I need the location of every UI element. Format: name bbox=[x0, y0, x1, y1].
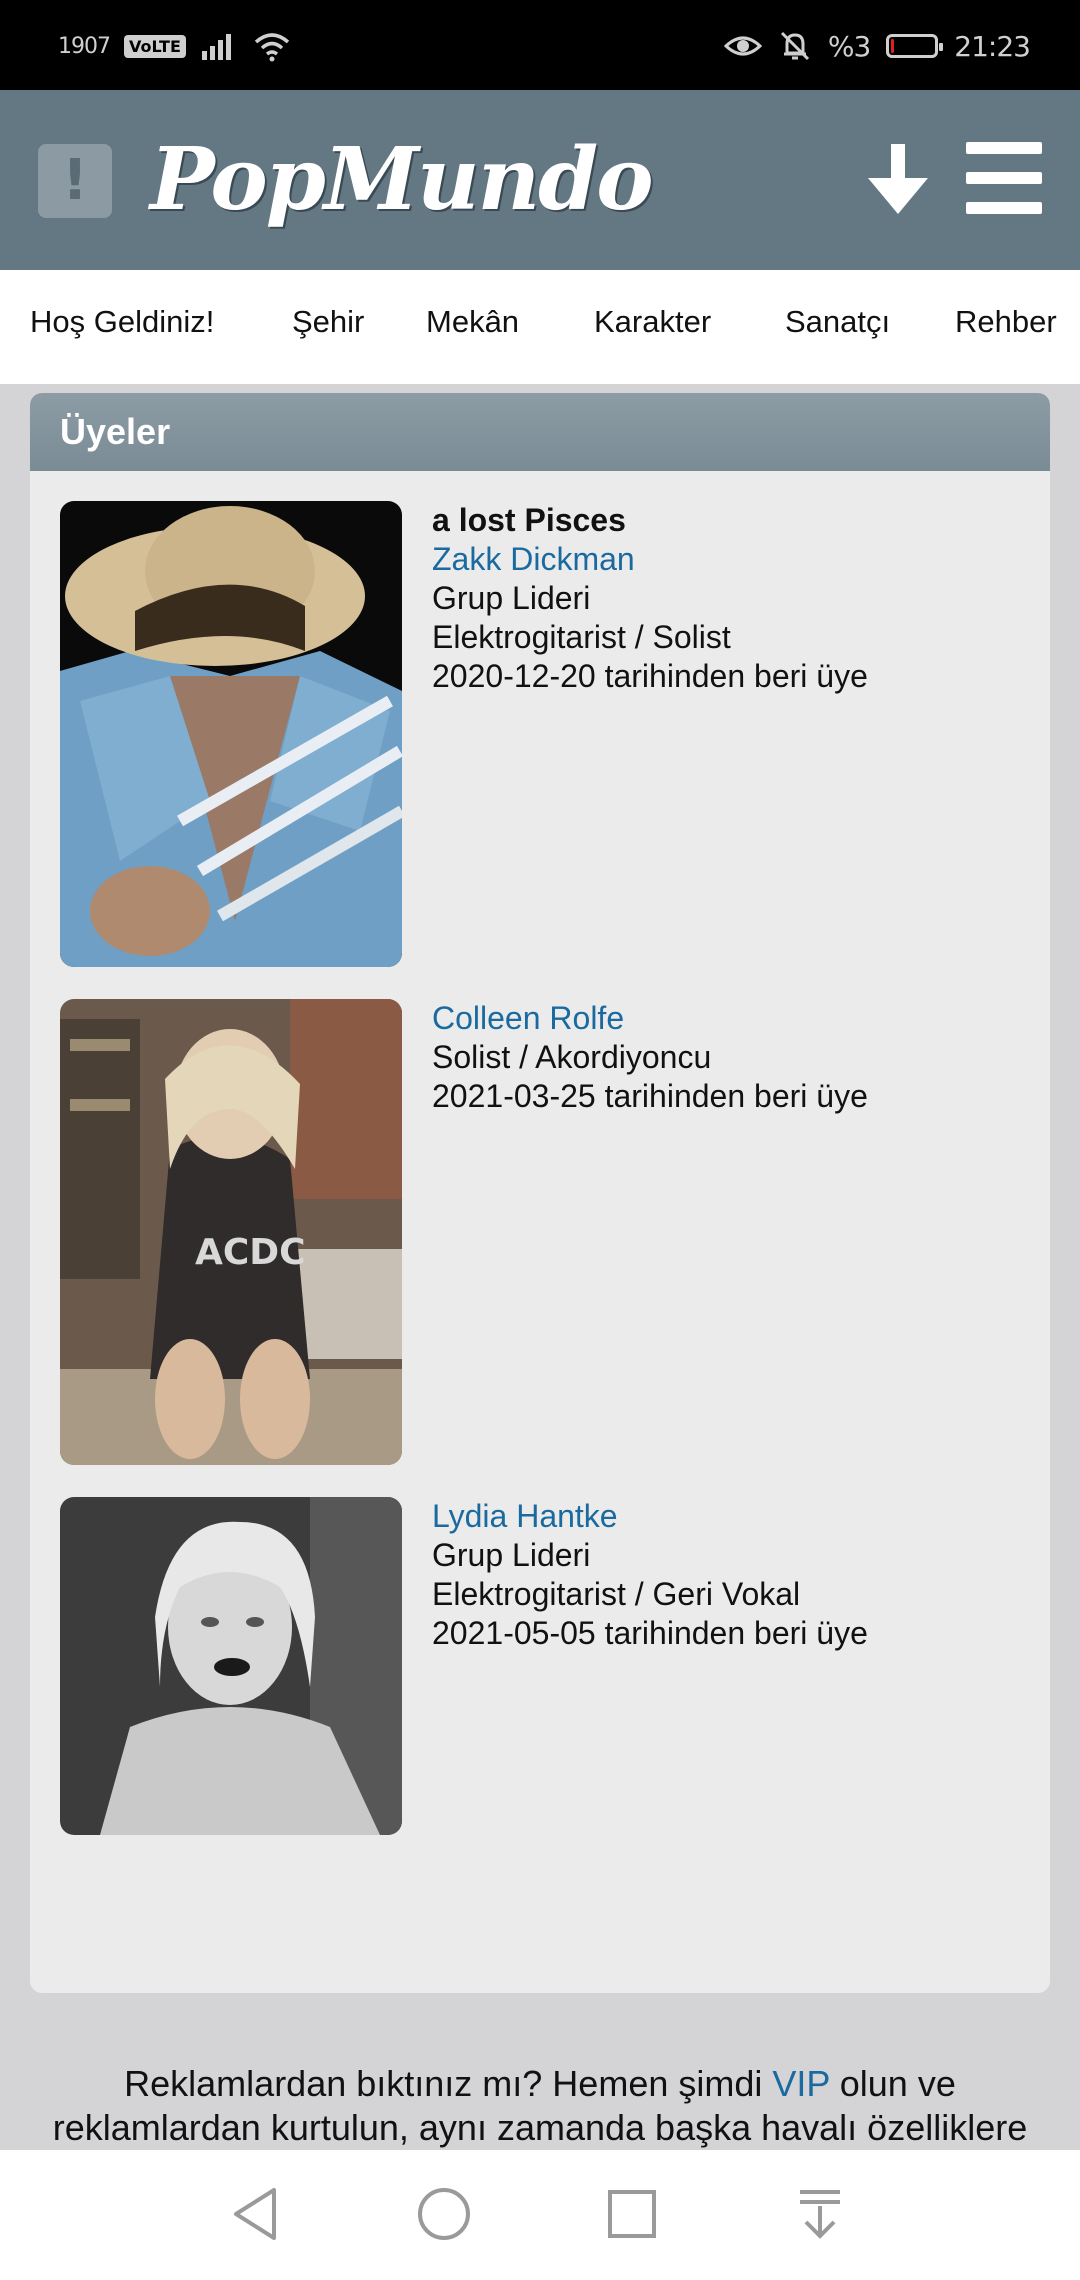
menu-bar-2 bbox=[966, 172, 1042, 184]
notification-pull-icon[interactable] bbox=[790, 2184, 850, 2244]
volte-badge: VoLTE bbox=[124, 34, 186, 58]
member-since: 2021-05-05 tarihinden beri üye bbox=[432, 1615, 868, 1651]
main-nav: Hoş Geldiniz! Şehir Mekân Karakter Sanat… bbox=[0, 270, 1080, 384]
member-info: Lydia Hantke Grup Lideri Elektrogitarist… bbox=[432, 1497, 1012, 1653]
member-info: a lost Pisces Zakk Dickman Grup Lideri E… bbox=[432, 501, 1012, 696]
battery-icon bbox=[886, 34, 944, 58]
clock: 21:23 bbox=[954, 29, 1031, 63]
member-role: Grup Lideri bbox=[432, 1537, 591, 1573]
member-since: 2020-12-20 tarihinden beri üye bbox=[432, 658, 868, 694]
member-since: 2021-03-25 tarihinden beri üye bbox=[432, 1078, 868, 1114]
wifi-icon bbox=[254, 33, 290, 62]
nav-item-character[interactable]: Karakter bbox=[594, 304, 711, 340]
member-instrument: Solist / Akordiyoncu bbox=[432, 1039, 712, 1075]
member-avatar[interactable] bbox=[60, 501, 402, 967]
battery-percent: %3 bbox=[827, 29, 871, 63]
nav-item-artist[interactable]: Sanatçı bbox=[785, 304, 890, 340]
ad-text-before: Reklamlardan bıktınız mı? Hemen şimdi bbox=[124, 2063, 773, 2104]
status-right: %3 21:23 bbox=[723, 26, 1031, 66]
vip-ad-text: Reklamlardan bıktınız mı? Hemen şimdi VI… bbox=[0, 2062, 1080, 2150]
alert-button[interactable]: ! bbox=[38, 144, 112, 218]
menu-icon[interactable] bbox=[966, 142, 1042, 214]
nav-item-welcome[interactable]: Hoş Geldiniz! bbox=[30, 304, 214, 340]
vip-link[interactable]: VIP bbox=[772, 2063, 829, 2104]
members-title: Üyeler bbox=[30, 393, 1050, 471]
nav-item-venue[interactable]: Mekân bbox=[426, 304, 519, 340]
bell-off-icon bbox=[780, 31, 809, 61]
member-instrument: Elektrogitarist / Geri Vokal bbox=[432, 1576, 801, 1612]
member-name-link[interactable]: Lydia Hantke bbox=[432, 1497, 1012, 1536]
members-card: Üyeler a lost Pisces Zakk Dickman Grup L… bbox=[30, 393, 1050, 1993]
home-icon[interactable] bbox=[414, 2184, 474, 2244]
system-nav-bar bbox=[0, 2150, 1080, 2280]
status-bar: 1907 VoLTE %3 21:23 bbox=[0, 0, 1080, 90]
band-name[interactable]: a lost Pisces bbox=[432, 501, 1012, 540]
signal-icon bbox=[201, 34, 231, 60]
nav-item-city[interactable]: Şehir bbox=[292, 304, 364, 340]
download-icon[interactable] bbox=[866, 142, 930, 220]
member-name-link[interactable]: Colleen Rolfe bbox=[432, 999, 1012, 1038]
member-avatar[interactable] bbox=[60, 1497, 402, 1835]
member-info: Colleen Rolfe Solist / Akordiyoncu 2021-… bbox=[432, 999, 1012, 1116]
popmundo-logo[interactable]: PopMundo bbox=[150, 130, 654, 230]
svg-text:ACDC: ACDC bbox=[195, 1232, 306, 1273]
recents-icon[interactable] bbox=[602, 2184, 662, 2244]
menu-bar-1 bbox=[966, 142, 1042, 154]
menu-bar-3 bbox=[966, 202, 1042, 214]
net-speed: 1907 bbox=[58, 33, 111, 59]
nav-item-guide[interactable]: Rehber bbox=[955, 304, 1057, 340]
ad-line-1: Reklamlardan bıktınız mı? Hemen şimdi VI… bbox=[0, 2062, 1080, 2106]
member-name-link[interactable]: Zakk Dickman bbox=[432, 540, 1012, 579]
member-instrument: Elektrogitarist / Solist bbox=[432, 619, 731, 655]
battery-level bbox=[891, 39, 895, 53]
back-icon[interactable] bbox=[226, 2184, 286, 2244]
member-role: Grup Lideri bbox=[432, 580, 591, 616]
status-left: 1907 VoLTE bbox=[58, 26, 292, 66]
alert-icon: ! bbox=[62, 148, 88, 213]
ad-line-2: reklamlardan kurtulun, aynı zamanda başk… bbox=[52, 2107, 1028, 2148]
ad-text-after: olun ve bbox=[829, 2063, 956, 2104]
eye-icon bbox=[723, 36, 762, 56]
member-avatar[interactable]: ACDC bbox=[60, 999, 402, 1465]
app-header: ! PopMundo bbox=[0, 90, 1080, 270]
